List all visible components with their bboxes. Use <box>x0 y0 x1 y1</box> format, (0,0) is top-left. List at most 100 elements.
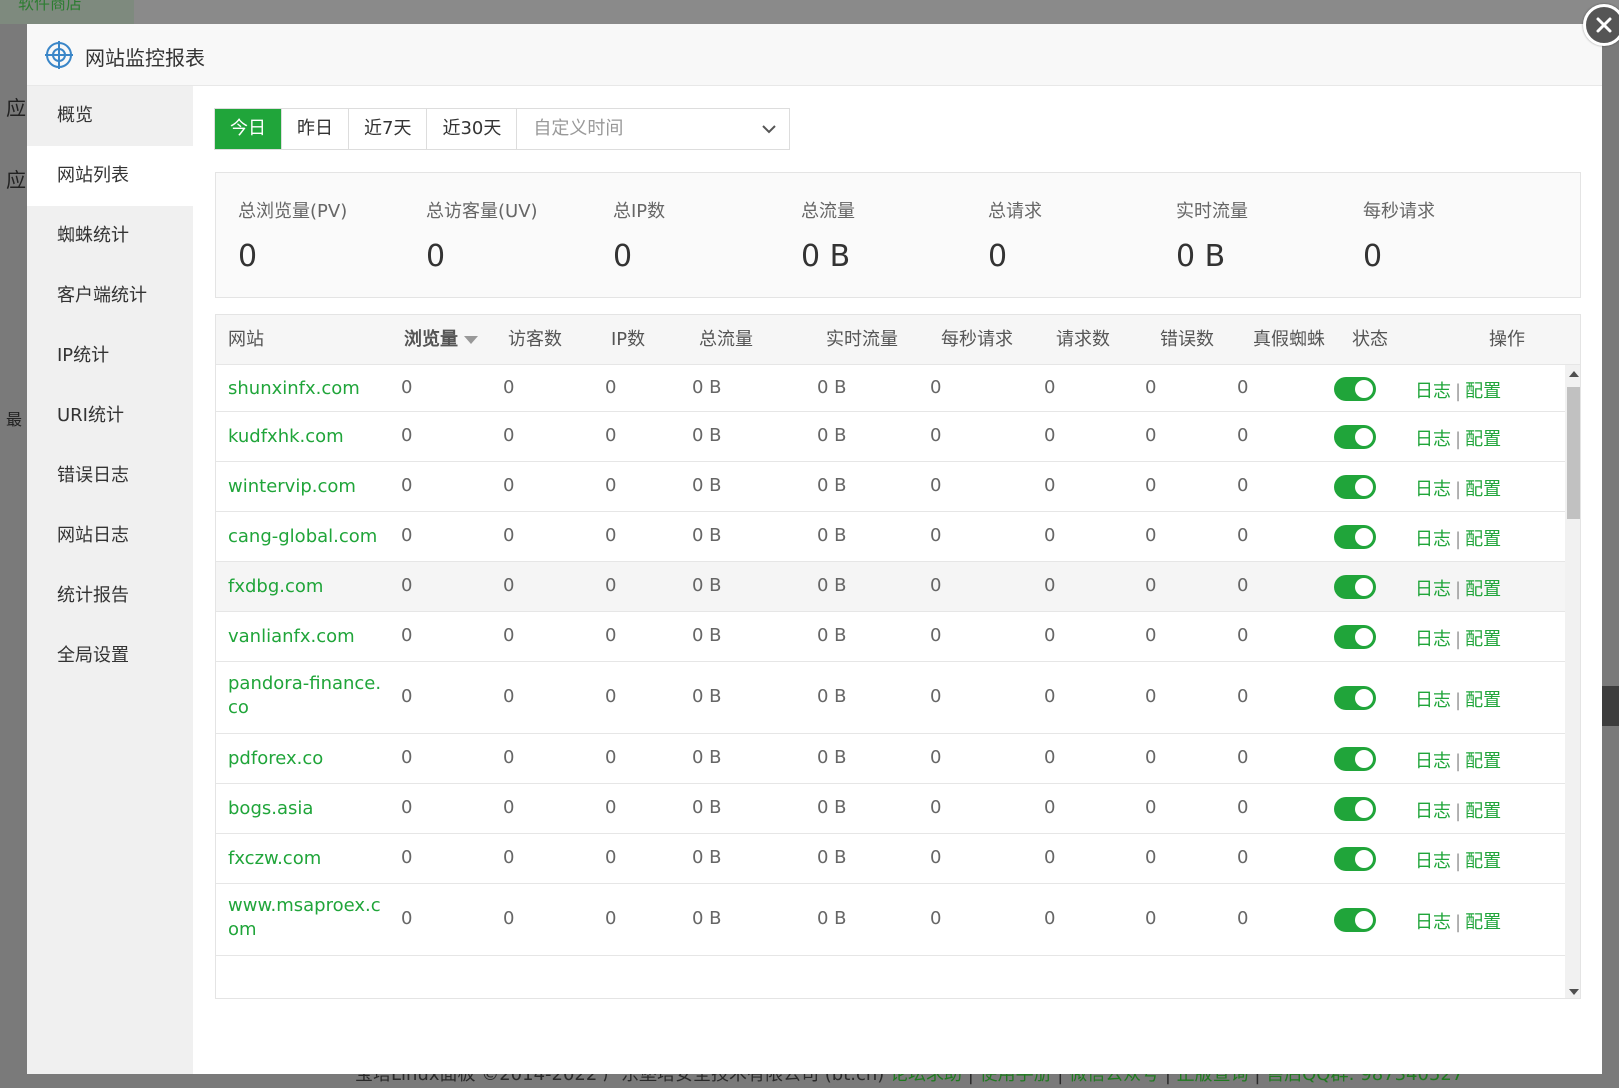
log-link[interactable]: 日志 <box>1415 429 1451 450</box>
config-link[interactable]: 配置 <box>1465 429 1501 450</box>
log-link[interactable]: 日志 <box>1415 629 1451 650</box>
site-link[interactable]: www.msaproex.com <box>228 894 388 942</box>
sidebar-item[interactable]: 网站列表 <box>27 146 193 206</box>
cell-spider: 0 <box>1237 686 1249 707</box>
status-toggle[interactable] <box>1334 847 1376 871</box>
column-header-label: 操作 <box>1489 329 1525 350</box>
cell-errors: 0 <box>1145 847 1157 868</box>
sidebar-item[interactable]: IP统计 <box>27 326 193 386</box>
website-table: 网站 浏览量 访客数 IP数 总流量 实时流量 每秒请求 请求数 错误数 真假蜘蛛 状态 操作 shu… <box>215 314 1581 999</box>
log-link[interactable]: 日志 <box>1415 579 1451 600</box>
column-header[interactable]: 访客数 <box>508 315 562 365</box>
sidebar-item[interactable]: 网站日志 <box>27 506 193 566</box>
cell-traffic: 0 B <box>692 425 722 446</box>
log-link[interactable]: 日志 <box>1415 529 1451 550</box>
scroll-down-arrow-icon[interactable] <box>1565 983 1580 998</box>
date-tab[interactable]: 今日 <box>215 109 282 149</box>
column-header[interactable]: 网站 <box>228 315 264 365</box>
close-modal-button[interactable] <box>1583 4 1619 46</box>
status-toggle[interactable] <box>1334 377 1376 401</box>
status-toggle[interactable] <box>1334 625 1376 649</box>
status-toggle[interactable] <box>1334 575 1376 599</box>
column-header[interactable]: 请求数 <box>1056 315 1110 365</box>
sidebar-item[interactable]: 客户端统计 <box>27 266 193 326</box>
summary-stat-value: 0 B <box>801 239 851 274</box>
cell-requests: 0 <box>1044 797 1056 818</box>
status-toggle[interactable] <box>1334 686 1376 710</box>
config-link[interactable]: 配置 <box>1465 751 1501 772</box>
status-toggle[interactable] <box>1334 425 1376 449</box>
log-link[interactable]: 日志 <box>1415 801 1451 822</box>
site-link[interactable]: bogs.asia <box>228 797 388 821</box>
summary-stat-label: 总请求 <box>988 201 1042 222</box>
sidebar-item[interactable]: 统计报告 <box>27 566 193 626</box>
cell-errors: 0 <box>1145 747 1157 768</box>
site-link[interactable]: kudfxhk.com <box>228 425 388 449</box>
log-link[interactable]: 日志 <box>1415 381 1451 402</box>
site-link[interactable]: cang-global.com <box>228 525 388 549</box>
summary-stat: 总请求 0 <box>988 197 1042 274</box>
log-link[interactable]: 日志 <box>1415 751 1451 772</box>
sidebar-item[interactable]: 全局设置 <box>27 626 193 686</box>
config-link[interactable]: 配置 <box>1465 851 1501 872</box>
column-header[interactable]: 总流量 <box>699 315 753 365</box>
summary-stat-value: 0 <box>426 239 446 274</box>
config-link[interactable]: 配置 <box>1465 690 1501 711</box>
site-link[interactable]: fxdbg.com <box>228 575 388 599</box>
scroll-up-arrow-icon[interactable] <box>1565 365 1580 382</box>
config-link[interactable]: 配置 <box>1465 629 1501 650</box>
table-header: 网站 浏览量 访客数 IP数 总流量 实时流量 每秒请求 请求数 错误数 真假蜘蛛 状态 操作 <box>216 315 1580 365</box>
site-link[interactable]: wintervip.com <box>228 475 388 499</box>
site-link[interactable]: shunxinfx.com <box>228 377 388 401</box>
status-toggle[interactable] <box>1334 797 1376 821</box>
log-link[interactable]: 日志 <box>1415 851 1451 872</box>
cell-uv: 0 <box>503 475 515 496</box>
column-header[interactable]: 每秒请求 <box>941 315 1013 365</box>
site-link[interactable]: vanlianfx.com <box>228 625 388 649</box>
column-header[interactable]: 浏览量 <box>404 315 478 365</box>
status-toggle[interactable] <box>1334 747 1376 771</box>
summary-stat-value: 0 <box>1363 239 1383 274</box>
config-link[interactable]: 配置 <box>1465 381 1501 402</box>
cell-realtime: 0 B <box>817 575 847 596</box>
table-row: shunxinfx.com 0 0 0 0 B 0 B 0 0 0 0 日志 | 配置 <box>216 365 1565 412</box>
column-header-label: 浏览量 <box>404 329 458 350</box>
date-tab[interactable]: 近30天 <box>427 109 518 149</box>
config-link[interactable]: 配置 <box>1465 801 1501 822</box>
site-link[interactable]: pdforex.co <box>228 747 388 771</box>
cell-requests: 0 <box>1044 908 1056 929</box>
column-header[interactable]: 实时流量 <box>826 315 898 365</box>
column-header[interactable]: 错误数 <box>1160 315 1214 365</box>
sidebar-item[interactable]: 错误日志 <box>27 446 193 506</box>
table-scrollbar[interactable] <box>1565 365 1580 998</box>
date-tab[interactable]: 昨日 <box>282 109 349 149</box>
config-link[interactable]: 配置 <box>1465 579 1501 600</box>
column-header[interactable]: 真假蜘蛛 <box>1253 315 1325 365</box>
action-separator: | <box>1455 851 1462 872</box>
column-header[interactable]: 操作 <box>1489 315 1525 365</box>
row-actions: 日志 | 配置 <box>1415 747 1501 773</box>
config-link[interactable]: 配置 <box>1465 529 1501 550</box>
custom-date-select[interactable]: 自定义时间 <box>517 109 789 149</box>
sidebar-item[interactable]: 概览 <box>27 86 193 146</box>
config-link[interactable]: 配置 <box>1465 912 1501 933</box>
status-toggle[interactable] <box>1334 525 1376 549</box>
cell-uv: 0 <box>503 686 515 707</box>
config-link[interactable]: 配置 <box>1465 479 1501 500</box>
cell-uv: 0 <box>503 908 515 929</box>
site-link[interactable]: fxczw.com <box>228 847 388 871</box>
background-label: 应 <box>6 96 26 120</box>
column-header[interactable]: IP数 <box>611 315 645 365</box>
sidebar-item[interactable]: 蜘蛛统计 <box>27 206 193 266</box>
scroll-thumb[interactable] <box>1567 387 1580 519</box>
log-link[interactable]: 日志 <box>1415 912 1451 933</box>
date-tab[interactable]: 近7天 <box>349 109 428 149</box>
site-link[interactable]: pandora-finance.co <box>228 672 388 720</box>
sidebar-item[interactable]: URI统计 <box>27 386 193 446</box>
log-link[interactable]: 日志 <box>1415 690 1451 711</box>
status-toggle[interactable] <box>1334 908 1376 932</box>
log-link[interactable]: 日志 <box>1415 479 1451 500</box>
status-toggle[interactable] <box>1334 475 1376 499</box>
column-header[interactable]: 状态 <box>1352 315 1388 365</box>
cell-errors: 0 <box>1145 575 1157 596</box>
